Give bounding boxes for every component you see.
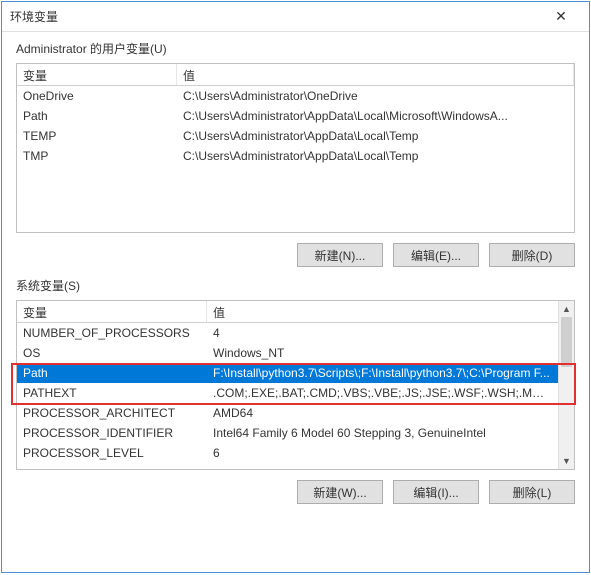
- table-row[interactable]: PROCESSOR_IDENTIFIER Intel64 Family 6 Mo…: [17, 423, 558, 443]
- cell-value: C:\Users\Administrator\AppData\Local\Tem…: [177, 127, 574, 145]
- cell-name: TMP: [17, 147, 177, 165]
- cell-name: PATHEXT: [17, 384, 207, 402]
- user-new-button[interactable]: 新建(N)...: [297, 243, 383, 267]
- col-header-value[interactable]: 值: [207, 301, 574, 322]
- table-row[interactable]: NUMBER_OF_PROCESSORS 4: [17, 323, 558, 343]
- col-header-name[interactable]: 变量: [17, 64, 177, 85]
- cell-value: 6: [207, 444, 558, 462]
- col-header-value[interactable]: 值: [177, 64, 574, 85]
- close-icon: ✕: [555, 8, 567, 25]
- user-edit-button[interactable]: 编辑(E)...: [393, 243, 479, 267]
- scrollbar[interactable]: ▲ ▼: [558, 301, 574, 469]
- cell-name: TEMP: [17, 127, 177, 145]
- titlebar: 环境变量 ✕: [2, 2, 589, 32]
- cell-value: .COM;.EXE;.BAT;.CMD;.VBS;.VBE;.JS;.JSE;.…: [207, 384, 558, 402]
- user-delete-button[interactable]: 删除(D): [489, 243, 575, 267]
- system-vars-header: 变量 值: [17, 301, 574, 323]
- scroll-down-icon[interactable]: ▼: [559, 453, 574, 469]
- cell-name: OneDrive: [17, 87, 177, 105]
- table-row-selected[interactable]: Path F:\Install\python3.7\Scripts\;F:\In…: [17, 363, 558, 383]
- close-button[interactable]: ✕: [541, 3, 581, 31]
- scroll-up-icon[interactable]: ▲: [559, 301, 574, 317]
- dialog-content: Administrator 的用户变量(U) 变量 值 OneDrive C:\…: [2, 32, 589, 572]
- table-row[interactable]: TEMP C:\Users\Administrator\AppData\Loca…: [17, 126, 574, 146]
- cell-name: NUMBER_OF_PROCESSORS: [17, 324, 207, 342]
- window-title: 环境变量: [10, 8, 541, 25]
- system-vars-label: 系统变量(S): [16, 277, 575, 294]
- cell-name: Path: [17, 364, 207, 382]
- col-header-name[interactable]: 变量: [17, 301, 207, 322]
- cell-value: AMD64: [207, 404, 558, 422]
- cell-value: F:\Install\python3.7\Scripts\;F:\Install…: [207, 364, 558, 382]
- cell-name: PROCESSOR_IDENTIFIER: [17, 424, 207, 442]
- table-row[interactable]: PROCESSOR_ARCHITECT AMD64: [17, 403, 558, 423]
- cell-value: Intel64 Family 6 Model 60 Stepping 3, Ge…: [207, 424, 558, 442]
- system-new-button[interactable]: 新建(W)...: [297, 480, 383, 504]
- system-vars-buttons: 新建(W)... 编辑(I)... 删除(L): [16, 480, 575, 504]
- user-vars-buttons: 新建(N)... 编辑(E)... 删除(D): [16, 243, 575, 267]
- env-vars-dialog: 环境变量 ✕ Administrator 的用户变量(U) 变量 值 OneDr…: [1, 1, 590, 573]
- system-vars-listbox[interactable]: 变量 值 NUMBER_OF_PROCESSORS 4 OS Windows_N…: [16, 300, 575, 470]
- system-vars-body: NUMBER_OF_PROCESSORS 4 OS Windows_NT Pat…: [17, 323, 574, 463]
- cell-value: C:\Users\Administrator\AppData\Local\Mic…: [177, 107, 574, 125]
- table-row[interactable]: Path C:\Users\Administrator\AppData\Loca…: [17, 106, 574, 126]
- scroll-thumb[interactable]: [561, 317, 572, 367]
- user-vars-body: OneDrive C:\Users\Administrator\OneDrive…: [17, 86, 574, 166]
- user-vars-label: Administrator 的用户变量(U): [16, 40, 575, 57]
- table-row[interactable]: PATHEXT .COM;.EXE;.BAT;.CMD;.VBS;.VBE;.J…: [17, 383, 558, 403]
- cell-value: C:\Users\Administrator\AppData\Local\Tem…: [177, 147, 574, 165]
- system-edit-button[interactable]: 编辑(I)...: [393, 480, 479, 504]
- user-vars-listbox[interactable]: 变量 值 OneDrive C:\Users\Administrator\One…: [16, 63, 575, 233]
- cell-value: 4: [207, 324, 558, 342]
- table-row[interactable]: OneDrive C:\Users\Administrator\OneDrive: [17, 86, 574, 106]
- cell-name: PROCESSOR_LEVEL: [17, 444, 207, 462]
- cell-name: PROCESSOR_ARCHITECT: [17, 404, 207, 422]
- cell-value: C:\Users\Administrator\OneDrive: [177, 87, 574, 105]
- table-row[interactable]: OS Windows_NT: [17, 343, 558, 363]
- cell-name: OS: [17, 344, 207, 362]
- cell-value: Windows_NT: [207, 344, 558, 362]
- table-row[interactable]: PROCESSOR_LEVEL 6: [17, 443, 558, 463]
- system-delete-button[interactable]: 删除(L): [489, 480, 575, 504]
- user-vars-header: 变量 值: [17, 64, 574, 86]
- scroll-track[interactable]: [559, 317, 574, 453]
- cell-name: Path: [17, 107, 177, 125]
- system-vars-group: 系统变量(S) 变量 值 NUMBER_OF_PROCESSORS 4 OS W…: [16, 277, 575, 504]
- user-vars-group: Administrator 的用户变量(U) 变量 值 OneDrive C:\…: [16, 40, 575, 267]
- table-row[interactable]: TMP C:\Users\Administrator\AppData\Local…: [17, 146, 574, 166]
